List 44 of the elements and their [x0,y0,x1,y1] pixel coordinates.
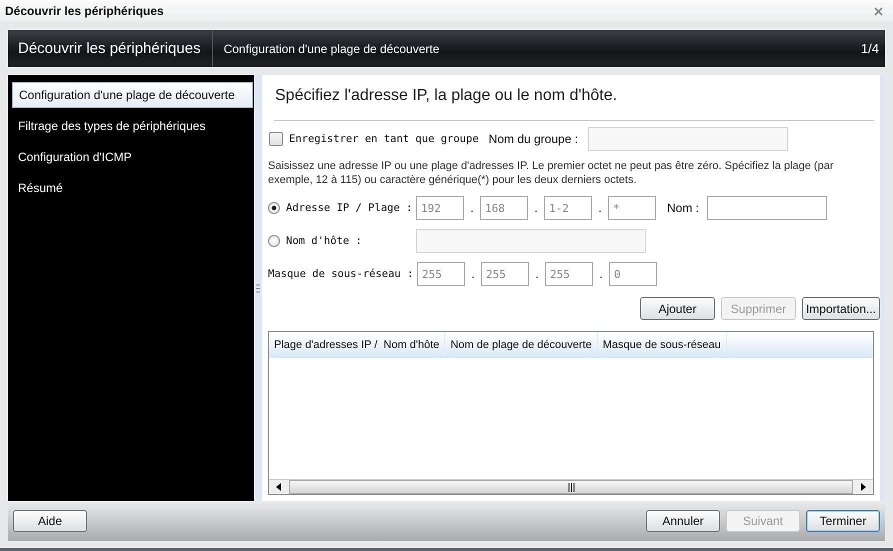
separator-text: . [597,201,603,215]
input-field[interactable]: * [608,196,656,220]
step-title: Configuration d'une plage de découverte [222,42,440,56]
input-field[interactable]: 255 [417,262,465,286]
field-label: Nom du groupe : [488,132,578,146]
column-header[interactable]: Plage d'adresses IP / Nom d'hôte [269,332,446,358]
instructions-text: Saisissez une adresse IP ou une plage d'adresses IP. Le premier octet ne peut pas être zéro. Spécifiez la plage (par exemple, 12 à 115) ou caractère générique(*) pour les deux derniers octets. [268,159,834,187]
action-button[interactable]: Ajouter [640,297,715,320]
window-title: Découvrir les périphériques [5,4,165,18]
sidebar-item[interactable]: Configuration d'une plage de découverte [12,82,253,108]
sidebar-item[interactable]: Résumé [12,175,254,201]
separator-text: . [534,267,540,281]
step-counter: 1/4 [860,41,880,56]
scroll-left-icon[interactable] [276,483,282,491]
checkbox-label[interactable]: Enregistrer en tant que groupe [289,133,479,145]
input-field[interactable]: 192 [416,196,464,220]
close-icon[interactable] [874,6,883,16]
radio-label[interactable]: Adresse IP / Plage : [286,202,416,214]
action-button[interactable]: Importation... [802,297,880,320]
sidebar-item[interactable]: Configuration d'ICMP [12,144,254,170]
wizard-title: Découvrir les périphériques [8,30,213,67]
scroll-right-icon[interactable] [860,483,866,491]
input-field[interactable]: 0 [609,262,657,286]
wizard-button[interactable]: Annuler [646,510,720,532]
separator-text: . [598,267,604,281]
input-field[interactable]: 255 [481,262,529,286]
field-label: Masque de sous-réseau : [268,268,414,280]
column-header[interactable]: Nom de plage de découverte [445,332,598,358]
radio-button[interactable] [268,202,280,214]
section-heading: Spécifiez l'adresse IP, la plage ou le nom d'hôte. [274,86,618,106]
input-field[interactable]: 1-2 [544,196,592,220]
separator-text: . [533,201,539,215]
sidebar-item[interactable]: Filtrage des types de périphériques [12,113,254,139]
separator-text: . [470,267,476,281]
separator-text: . [469,201,475,215]
input-field[interactable] [707,196,828,220]
input-field[interactable]: 168 [480,196,528,220]
input-field[interactable]: 255 [545,262,593,286]
column-header[interactable]: Masque de sous-réseau [598,332,727,358]
help-button[interactable]: Aide [13,510,87,532]
checkbox[interactable] [269,132,283,146]
wizard-button[interactable]: Terminer [806,510,880,532]
field-label: Nom : [667,201,700,215]
scrollbar-thumb[interactable] [289,480,853,494]
